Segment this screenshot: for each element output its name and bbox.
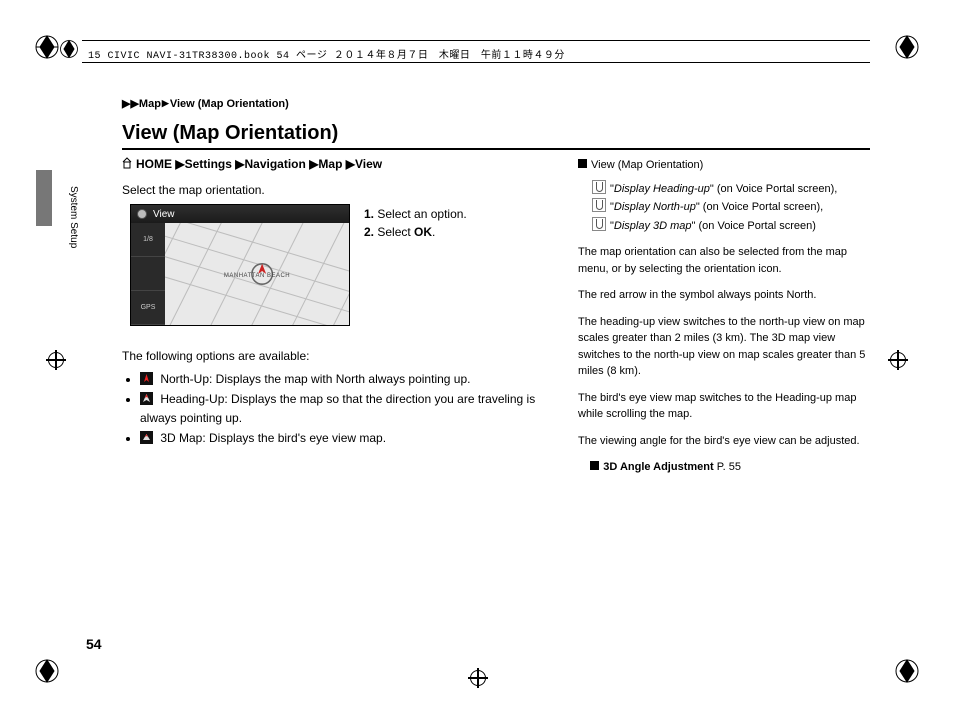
note-paragraph: The heading-up view switches to the nort… (578, 314, 866, 380)
note-paragraph: The red arrow in the symbol always point… (578, 287, 866, 304)
voice-icon (592, 217, 606, 231)
reg-mark-small-icon (58, 38, 84, 64)
crop-cross-icon (888, 350, 908, 370)
reference-icon (590, 461, 599, 470)
sidebar-notes: View (Map Orientation) "Display Heading-… (578, 157, 866, 476)
step-list: 1. Select an option. 2. Select OK. (364, 205, 467, 241)
reg-mark-icon (894, 34, 920, 60)
triangle-icon: ▶ (235, 157, 244, 171)
reg-mark-icon (894, 658, 920, 684)
page-title: View (Map Orientation) (122, 122, 338, 145)
voice-command-row: "Display 3D map" (on Voice Portal screen… (592, 217, 866, 235)
orientation-icon (137, 209, 147, 219)
note-paragraph: The map orientation can also be selected… (578, 244, 866, 277)
reg-mark-icon (34, 658, 60, 684)
voice-command-row: "Display North-up" (on Voice Portal scre… (592, 198, 866, 216)
crop-cross-icon (468, 668, 488, 688)
manual-page: 15 CIVIC NAVI-31TR38300.book 54 ページ ２０１４… (0, 0, 954, 718)
reg-mark-icon (34, 34, 60, 60)
home-icon (122, 157, 132, 169)
reference-icon (578, 159, 587, 168)
sidebar-heading: View (Map Orientation) (578, 157, 866, 174)
triangle-icon: ▶ (346, 157, 355, 171)
option-3d-map: 3D Map: Displays the bird's eye view map… (140, 429, 552, 448)
section-label: System Setup (68, 186, 79, 248)
header-rule (82, 62, 870, 63)
voice-command-row: "Display Heading-up" (on Voice Portal sc… (592, 180, 866, 198)
cross-reference: 3D Angle Adjustment P. 55 (578, 459, 866, 476)
threed-map-icon (140, 431, 153, 444)
intro-text: Select the map orientation. (122, 183, 265, 197)
header-filename: 15 CIVIC NAVI-31TR38300.book 54 ページ ２０１４… (88, 46, 565, 62)
options-lead: The following options are available: (122, 347, 552, 366)
page-number: 54 (86, 636, 102, 652)
voice-icon (592, 198, 606, 212)
screenshot-title: View (153, 209, 175, 220)
note-paragraph: The bird's eye view map switches to the … (578, 390, 866, 423)
triangle-icon: ▶ (175, 157, 184, 171)
map-place-label: MANHATTAN BEACH (224, 273, 290, 279)
title-rule (122, 148, 870, 150)
heading-up-icon (140, 392, 153, 405)
voice-icon (592, 180, 606, 194)
nav-screenshot: View 1/8 GPS (130, 204, 350, 326)
screenshot-sidebar: 1/8 GPS (131, 223, 165, 325)
screenshot-map: MANHATTAN BEACH (165, 223, 349, 325)
options-block: The following options are available: Nor… (122, 347, 552, 450)
crop-cross-icon (46, 350, 66, 370)
option-north-up: North-Up: Displays the map with North al… (140, 370, 552, 389)
section-tab (36, 170, 52, 226)
option-heading-up: Heading-Up: Displays the map so that the… (140, 390, 552, 427)
header-rule (82, 40, 870, 41)
note-paragraph: The viewing angle for the bird's eye vie… (578, 433, 866, 450)
nav-path: HOME ▶ Settings ▶ Navigation ▶ Map ▶ Vie… (122, 157, 382, 171)
breadcrumb: ▶▶Map▶View (Map Orientation) (122, 97, 289, 110)
screenshot-titlebar: View (131, 205, 349, 223)
north-up-icon (140, 372, 153, 385)
